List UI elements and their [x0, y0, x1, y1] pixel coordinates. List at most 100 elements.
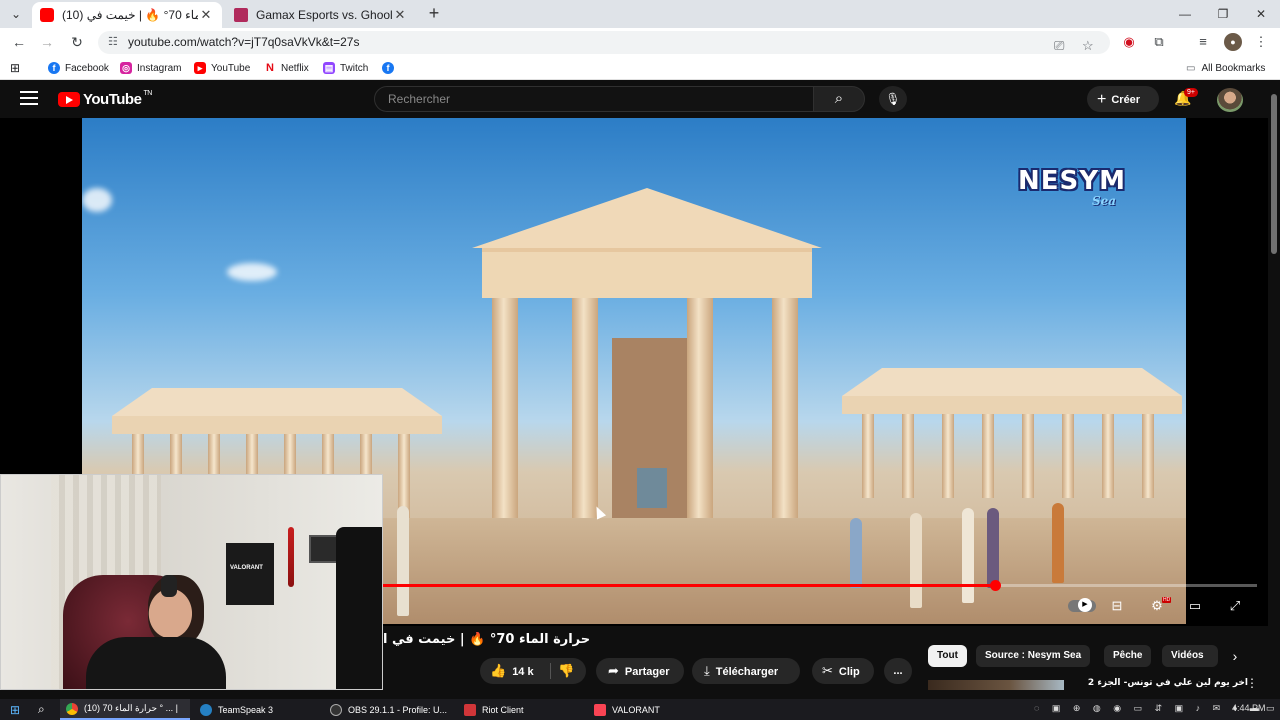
- opera-extension-icon[interactable]: ◉: [1120, 33, 1138, 51]
- forward-button[interactable]: →: [36, 32, 58, 52]
- wall-decoration: [288, 527, 294, 587]
- fullscreen-icon[interactable]: ⤢: [1224, 598, 1246, 614]
- bookmark-star-icon[interactable]: ☆: [1082, 34, 1094, 57]
- bookmark-facebook[interactable]: f Facebook: [48, 60, 109, 76]
- close-tab-icon[interactable]: ✕: [392, 7, 408, 23]
- taskbar-teamspeak[interactable]: TeamSpeak 3: [194, 699, 320, 720]
- figure: [987, 508, 999, 588]
- thumbs-up-icon: 👍: [490, 663, 507, 678]
- voice-search-button[interactable]: 🎙: [879, 86, 907, 112]
- install-app-icon[interactable]: ⎚: [1054, 34, 1064, 57]
- bookmark-facebook-2[interactable]: f: [382, 60, 399, 76]
- back-button[interactable]: ←: [8, 32, 30, 52]
- more-actions-button[interactable]: ...: [884, 658, 912, 684]
- search-input[interactable]: Rechercher: [374, 86, 814, 112]
- more-options-icon[interactable]: ⋮: [1246, 678, 1258, 690]
- extensions-icon[interactable]: ⧉: [1150, 33, 1168, 51]
- apps-grid-icon[interactable]: ⊞: [10, 60, 20, 76]
- subtitles-icon[interactable]: ⊟: [1106, 598, 1128, 614]
- share-button[interactable]: ➦ Partager: [596, 658, 684, 684]
- chip-source[interactable]: Source : Nesym Sea: [976, 645, 1091, 667]
- account-avatar[interactable]: [1217, 88, 1243, 112]
- esports-favicon-icon: [234, 8, 248, 22]
- progress-played: [383, 584, 995, 587]
- tab-search-button[interactable]: ⌄: [6, 4, 26, 24]
- bookmarks-bar: ⊞ f Facebook ◎ Instagram ▸ YouTube N Netflix…: [0, 56, 1280, 80]
- notifications-button[interactable]: 🔔 9+: [1174, 88, 1198, 110]
- recommended-title: اخر يوم لين علي في تونس- الجزء 2: [1087, 678, 1248, 688]
- tab-title: (10) حرارة الماء 70° 🔥 | خيمت في: [62, 8, 198, 22]
- chip-tout[interactable]: Tout: [928, 645, 967, 667]
- dislike-button[interactable]: 👎: [558, 658, 574, 684]
- bookmark-twitch[interactable]: ▤ Twitch: [323, 60, 368, 76]
- theater-mode-icon[interactable]: ▭: [1184, 598, 1206, 614]
- folder-icon: ▭: [1186, 62, 1196, 74]
- notification-center-icon[interactable]: ▭: [1266, 703, 1275, 714]
- bookmark-youtube[interactable]: ▸ YouTube: [194, 60, 250, 76]
- tab-youtube[interactable]: (10) حرارة الماء 70° 🔥 | خيمت في ✕: [32, 2, 222, 28]
- recommended-video[interactable]: اخر يوم لين علي في تونس- الجزء 2 ⋮: [928, 678, 1268, 690]
- profile-avatar-icon[interactable]: ●: [1224, 33, 1242, 51]
- autoplay-toggle[interactable]: [1068, 598, 1096, 612]
- hd-badge: HD: [1162, 597, 1172, 603]
- system-tray-icons[interactable]: ◌ ▣ ⊕ ◍ ◉ ▭ ⇵ ▣ ♪ ✉ ♦ ▬: [1034, 703, 1264, 714]
- close-window-button[interactable]: ✕: [1242, 0, 1280, 28]
- facebook-icon: f: [382, 62, 394, 74]
- taskbar-obs[interactable]: OBS 29.1.1 - Profile: U...: [324, 699, 454, 720]
- obs-icon: [330, 703, 342, 716]
- clip-button[interactable]: ✂ Clip: [812, 658, 874, 684]
- twitch-icon: ▤: [323, 62, 335, 74]
- valorant-icon: [594, 703, 606, 716]
- teamspeak-icon: [200, 703, 212, 716]
- windows-taskbar: ⊞ ⌕ (10) حرارة الماء 70 ° ... | TeamSpea…: [0, 699, 1280, 720]
- close-tab-icon[interactable]: ✕: [198, 7, 214, 23]
- taskbar-chrome[interactable]: (10) حرارة الماء 70 ° ... |: [60, 699, 190, 720]
- progress-scrubber[interactable]: [989, 580, 1001, 591]
- cloud-shape: [82, 188, 112, 212]
- chip-peche[interactable]: Pêche: [1104, 645, 1152, 667]
- video-progress-bar[interactable]: [383, 580, 1257, 591]
- microphone-icon: 🎙: [885, 92, 901, 106]
- chrome-icon: [66, 702, 78, 715]
- search-button[interactable]: ⌕: [813, 86, 865, 112]
- url-text: youtube.com/watch?v=jT7q0saVkVk&t=27s: [128, 35, 360, 49]
- valorant-poster: VALORANT: [226, 543, 274, 605]
- youtube-logo[interactable]: YouTube TN: [58, 90, 152, 108]
- bookmark-instagram[interactable]: ◎ Instagram: [120, 60, 181, 76]
- taskbar-search-icon[interactable]: ⌕: [32, 699, 45, 720]
- webcam-overlay: VALORANT: [0, 474, 383, 690]
- tab-esports[interactable]: Gamax Esports vs. Ghools Espo ✕: [226, 2, 416, 28]
- site-info-icon[interactable]: ☷: [108, 31, 118, 54]
- new-tab-button[interactable]: +: [424, 4, 444, 24]
- minimize-button[interactable]: —: [1166, 0, 1204, 28]
- reload-button[interactable]: ↻: [66, 32, 88, 52]
- taskbar-riot-client[interactable]: Riot Client: [458, 699, 584, 720]
- restore-button[interactable]: ❐: [1204, 0, 1242, 28]
- hamburger-menu-icon[interactable]: [20, 91, 38, 105]
- like-button[interactable]: 👍 14 k: [490, 658, 534, 685]
- figure: [850, 518, 862, 588]
- bookmark-netflix[interactable]: N Netflix: [264, 60, 309, 76]
- start-button[interactable]: ⊞: [4, 699, 20, 720]
- youtube-icon: ▸: [194, 62, 206, 74]
- create-button[interactable]: + Créer: [1087, 86, 1159, 112]
- chip-videos[interactable]: Vidéos: [1162, 645, 1218, 667]
- media-controls-icon[interactable]: ≡: [1194, 33, 1212, 51]
- notification-badge: 9+: [1184, 88, 1198, 97]
- all-bookmarks[interactable]: ▭ All Bookmarks: [1186, 60, 1265, 76]
- scrollbar-thumb[interactable]: [1271, 94, 1277, 254]
- page-scrollbar[interactable]: [1268, 80, 1280, 690]
- browser-toolbar: ← → ↻ ☷ youtube.com/watch?v=jT7q0saVkVk&…: [0, 28, 1280, 56]
- download-button[interactable]: ⤓ Télécharger: [692, 658, 800, 684]
- chevron-right-icon[interactable]: ›: [1226, 647, 1244, 665]
- search-icon: ⌕: [834, 90, 844, 107]
- nesym-sea-watermark: NESYM Sea: [1018, 166, 1126, 208]
- address-bar[interactable]: ☷ youtube.com/watch?v=jT7q0saVkVk&t=27s …: [98, 31, 1110, 54]
- shelf: [336, 527, 382, 689]
- browser-menu-icon[interactable]: ⋮: [1252, 33, 1270, 51]
- share-icon: ➦: [608, 663, 619, 678]
- taskbar-valorant[interactable]: VALORANT: [588, 699, 714, 720]
- plus-icon: +: [1097, 91, 1107, 108]
- video-thumbnail[interactable]: [928, 680, 1064, 690]
- streamer: [86, 575, 226, 689]
